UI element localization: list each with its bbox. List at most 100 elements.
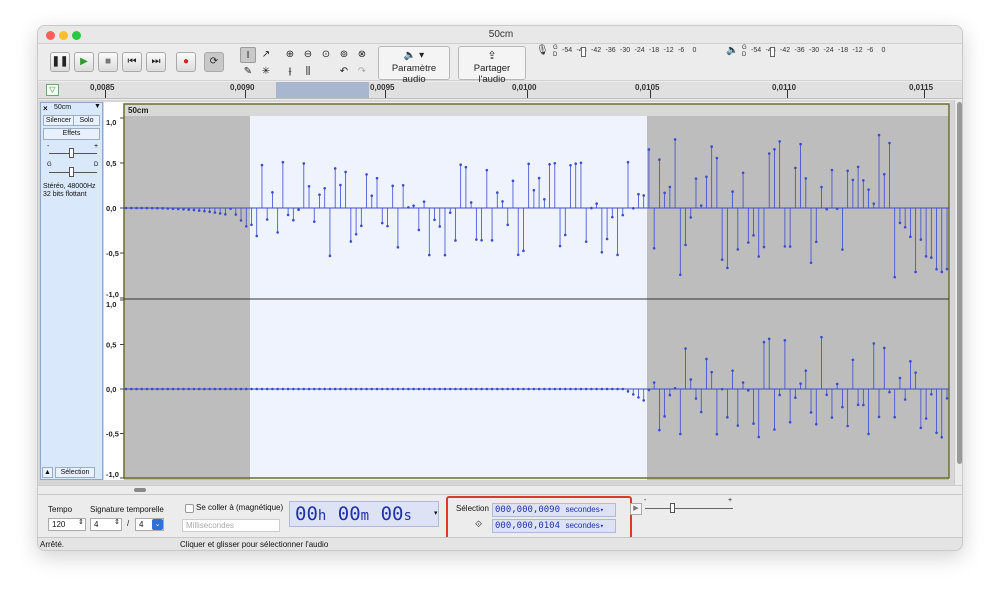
end-unit-dropdown-icon[interactable]: ▾ <box>600 522 604 530</box>
collapse-track-button[interactable]: ▲ <box>42 467 53 478</box>
audio-setup-button[interactable]: 🔈 ▾ Paramètre audio <box>378 46 450 85</box>
horizontal-scrollbar-thumb[interactable] <box>134 488 146 492</box>
effects-button[interactable]: Effets <box>43 128 100 140</box>
sample-point <box>344 170 347 174</box>
sample-point <box>323 387 327 391</box>
sample-point <box>271 387 274 391</box>
sample-point <box>762 245 766 249</box>
silence-button[interactable]: ⫼ <box>300 64 316 80</box>
close-track-icon[interactable]: × <box>43 104 48 113</box>
sample-point <box>501 387 504 391</box>
start-unit-dropdown-icon[interactable]: ▾ <box>600 506 604 514</box>
record-meter-level-marker[interactable] <box>581 47 586 57</box>
sample-point <box>318 387 321 391</box>
vertical-scrollbar-thumb[interactable] <box>957 102 962 464</box>
sample-point <box>522 249 525 253</box>
select-track-button[interactable]: Sélection <box>55 467 95 478</box>
sample-point <box>893 415 897 419</box>
sample-point <box>553 162 557 165</box>
share-icon: ⇪ <box>487 50 497 62</box>
snap-unit-select[interactable]: Millisecondes <box>182 519 280 532</box>
zoom-out-button[interactable]: ⊖ <box>300 47 316 63</box>
zoom-in-button[interactable]: ⊕ <box>282 47 298 63</box>
sample-point <box>741 381 745 384</box>
sample-point <box>558 387 562 391</box>
sample-point <box>511 179 515 183</box>
denominator-dropdown-icon[interactable]: ⌄ <box>152 519 163 530</box>
time-format-dropdown-icon[interactable]: ▾ <box>434 509 438 517</box>
fit-selection-button[interactable]: ⊙ <box>318 47 334 63</box>
sample-point <box>187 387 191 391</box>
sample-point <box>433 218 436 222</box>
sample-point <box>297 208 300 212</box>
time-hours: 00 <box>295 503 318 525</box>
playback-meter-level-marker[interactable] <box>770 47 775 57</box>
envelope-tool[interactable]: ↗ <box>258 47 274 63</box>
horizontal-scrollbar[interactable] <box>38 485 962 494</box>
sample-point <box>605 237 609 241</box>
ruler-tick-label: 0,0115 <box>909 83 934 92</box>
playback-meter[interactable]: -54-48-42-36-30-24-18-12-60 <box>751 47 901 59</box>
sample-point <box>856 165 860 169</box>
time-display[interactable]: 00h 00m 00s <box>289 501 439 527</box>
title-bar: 50cm <box>38 26 962 44</box>
solo-button[interactable]: Solo <box>73 115 100 126</box>
sample-point <box>726 415 729 419</box>
tempo-stepper-icon[interactable]: ⇕ <box>78 518 84 526</box>
record-icon: ● <box>182 56 190 67</box>
sample-point <box>124 206 128 210</box>
sample-point <box>454 239 457 242</box>
sample-point <box>417 387 421 391</box>
skip-end-button[interactable]: ⏭ <box>146 52 166 72</box>
loop-button[interactable]: ⟳ <box>204 52 224 72</box>
pan-slider-thumb[interactable] <box>69 167 74 177</box>
numerator-stepper-icon[interactable]: ⇕ <box>114 518 120 526</box>
sample-point <box>234 213 238 216</box>
gain-slider-thumb[interactable] <box>69 148 74 158</box>
stop-button[interactable]: ■ <box>98 52 118 72</box>
speed-slider-thumb[interactable] <box>670 503 675 513</box>
selection-tool[interactable]: I <box>240 47 256 63</box>
waveform-view[interactable]: 50cm1,00,50,0-0,5-1,01,00,50,0-0,5-1,0 <box>104 102 950 480</box>
redo-button[interactable]: ↷ <box>354 64 370 80</box>
share-audio-button[interactable]: ⇪ Partager l'audio <box>458 46 526 85</box>
track-menu-arrow-icon[interactable]: ▼ <box>94 103 101 110</box>
sample-point <box>422 200 426 203</box>
undo-button[interactable]: ↶ <box>336 64 352 80</box>
fit-project-button[interactable]: ⊚ <box>336 47 352 63</box>
zoom-toggle-button[interactable]: ⊗ <box>354 47 370 63</box>
record-button[interactable]: ● <box>176 52 196 72</box>
vertical-scrollbar[interactable] <box>954 100 962 485</box>
selection-start-field[interactable]: 000,000,0090 secondes▾ <box>492 503 616 517</box>
record-meter[interactable]: -54-48-42-36-30-24-18-12-60 <box>562 47 707 59</box>
sample-point <box>888 141 891 145</box>
snap-checkbox[interactable] <box>185 504 194 513</box>
sample-point <box>668 393 672 397</box>
sample-point <box>412 204 415 207</box>
sample-point <box>490 239 494 242</box>
sample-point <box>532 387 536 391</box>
sample-point <box>417 228 421 232</box>
selection-end-field[interactable]: 000,000,0104 secondes▾ <box>492 519 616 533</box>
play-at-speed-button[interactable]: ▶ <box>630 503 642 515</box>
skip-start-button[interactable]: ⏮ <box>122 52 142 72</box>
play-button[interactable]: ▶ <box>74 52 94 72</box>
multi-tool[interactable]: ✳ <box>258 64 274 80</box>
timeline-ruler[interactable]: ▽ 0,0085 0,0090 0,0095 0,0100 0,0105 0,0110 0,… <box>38 82 962 99</box>
sample-point <box>940 270 944 274</box>
pause-icon: ❚❚ <box>51 56 69 67</box>
sample-point <box>156 387 159 391</box>
sample-point <box>161 387 164 391</box>
sample-point <box>260 387 264 391</box>
sample-point <box>679 273 682 277</box>
draw-tool[interactable]: ✎ <box>240 64 256 80</box>
pause-button[interactable]: ❚❚ <box>50 52 70 72</box>
sample-point <box>689 378 693 381</box>
sample-point <box>579 387 583 391</box>
selection-mode-icon[interactable]: ⟐ <box>475 519 482 530</box>
sample-point <box>600 251 604 254</box>
sample-point <box>882 172 886 176</box>
track-name[interactable]: 50cm <box>54 104 71 111</box>
mute-button[interactable]: Silencer <box>43 115 74 126</box>
trim-button[interactable]: ⫲ <box>282 64 298 80</box>
